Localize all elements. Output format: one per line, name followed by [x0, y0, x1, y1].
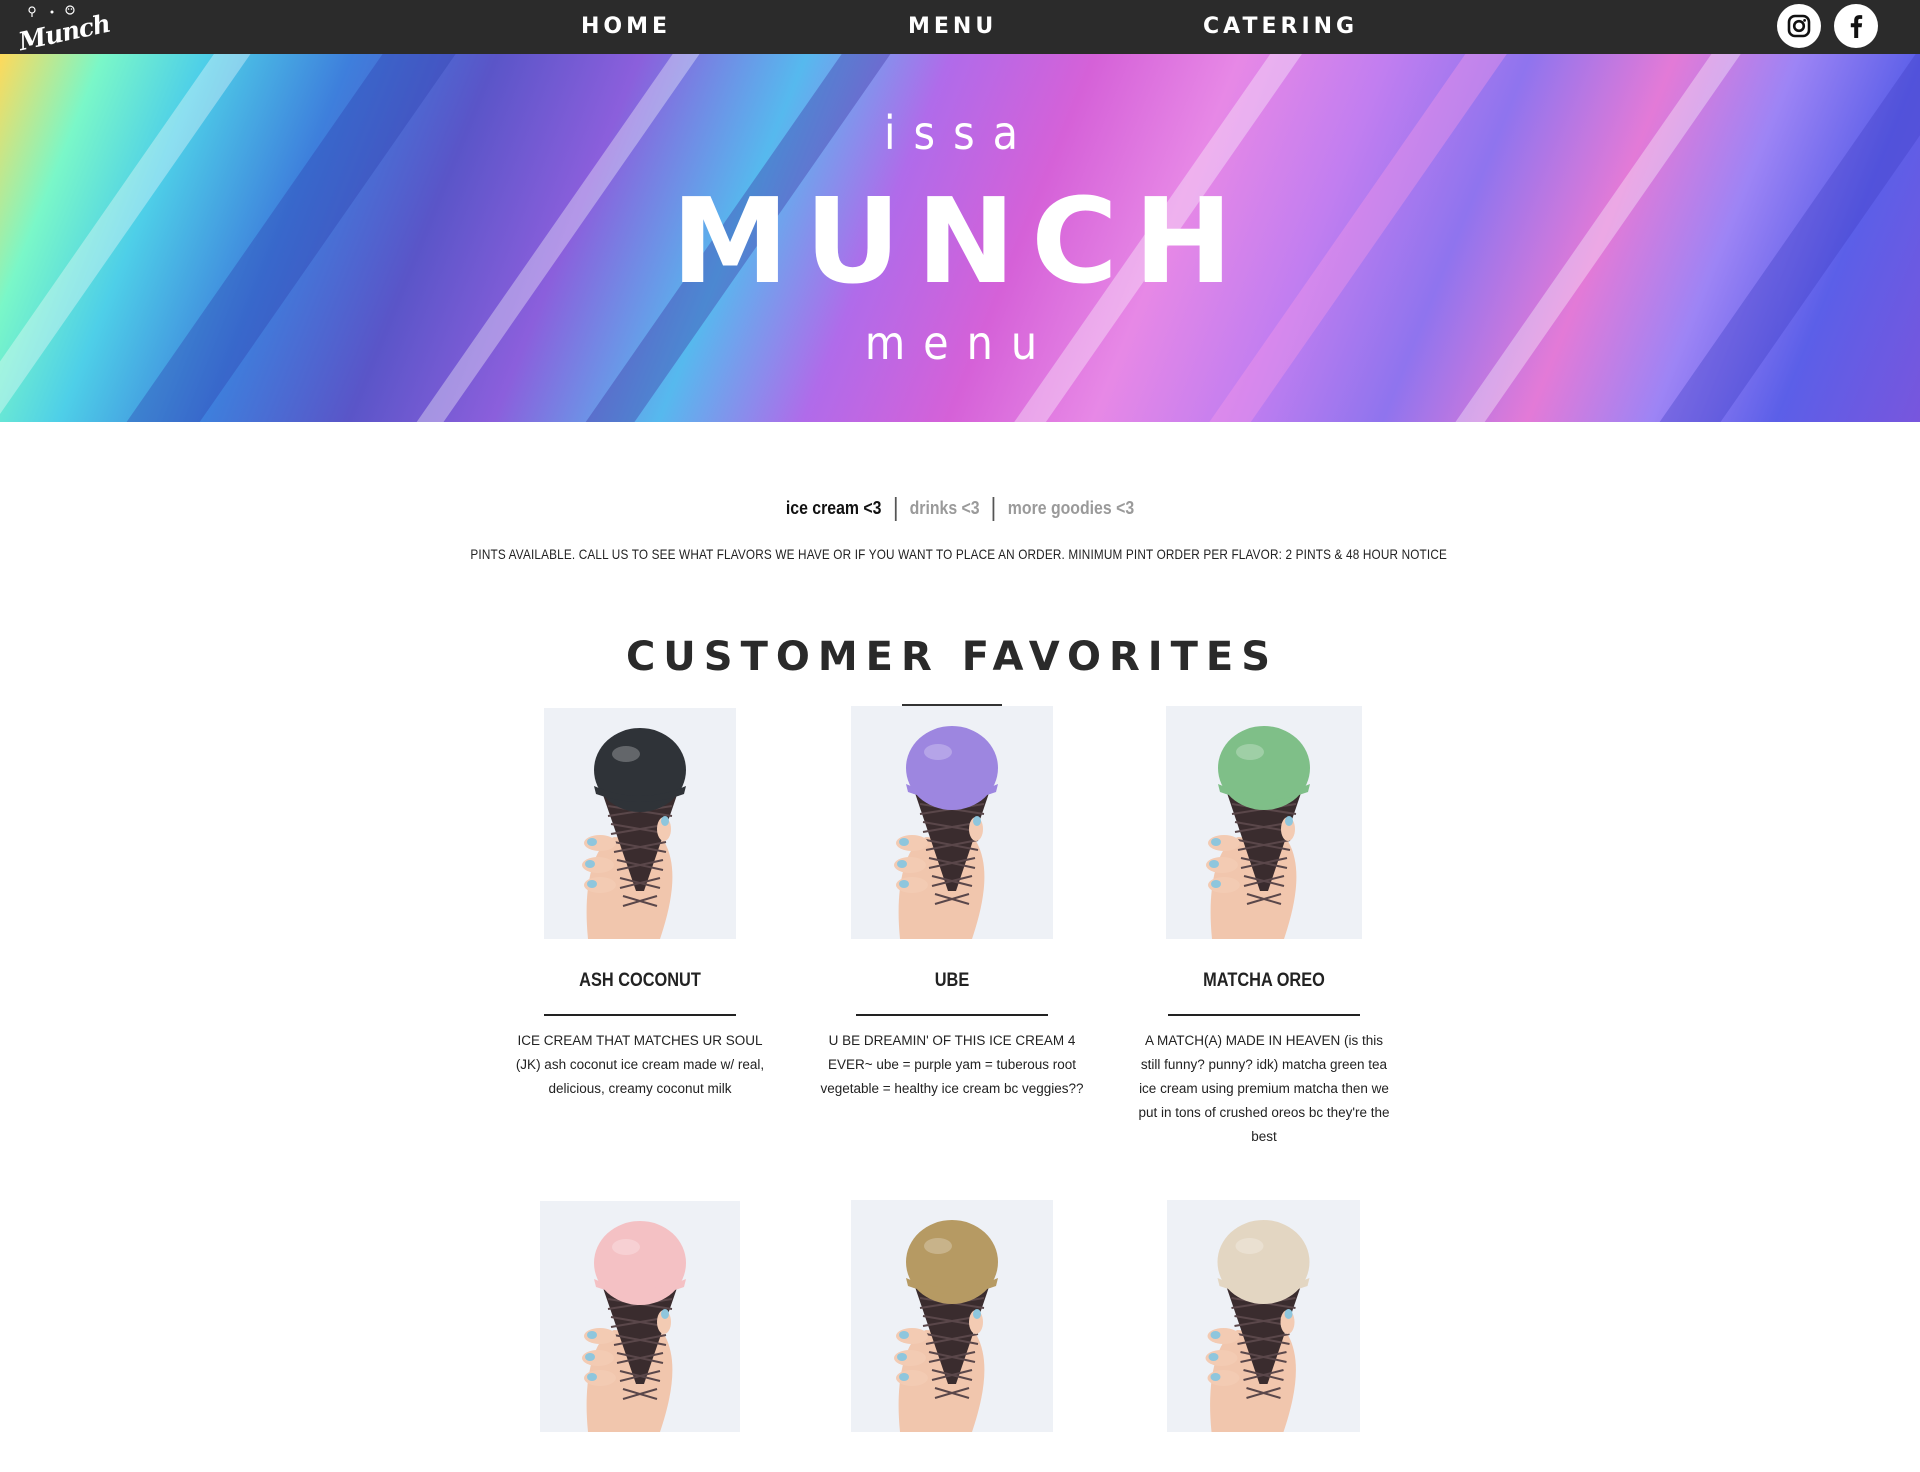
product-photo-ash-coconut[interactable]: [544, 708, 736, 939]
product-photo-matcha-oreo[interactable]: [1166, 706, 1362, 939]
tab-divider: [894, 497, 897, 521]
nav-menu-link[interactable]: MENU: [908, 14, 997, 39]
hero-title: MUNCH: [671, 172, 1249, 310]
facebook-icon: [1850, 15, 1863, 38]
instagram-icon: [1787, 14, 1811, 38]
ice-cream-cone-image: [1167, 1200, 1360, 1432]
product-divider: [1168, 1014, 1360, 1016]
hero-banner: issa MUNCH menu: [0, 54, 1920, 422]
tab-divider: [992, 497, 995, 521]
product-description: ICE CREAM THAT MATCHES UR SOUL (JK) ash …: [515, 1033, 765, 1096]
ice-cream-cone-image: [851, 1200, 1053, 1432]
product-description: A MATCH(A) MADE IN HEAVEN (is this still…: [1138, 1033, 1390, 1144]
pint-order-notice: PINTS AVAILABLE. CALL US TO SEE WHAT FLA…: [470, 546, 1448, 562]
ice-cream-cone-image: [851, 706, 1053, 939]
product-photo-ube[interactable]: [851, 706, 1053, 939]
tab-drinks[interactable]: drinks <3: [910, 498, 980, 518]
munch-logo[interactable]: Munch: [14, 4, 112, 56]
hero-subtitle-bottom: menu: [864, 316, 1056, 370]
nav-catering-link[interactable]: CATERING: [1203, 14, 1358, 39]
top-navigation-bar: Munch HOME MENU CATERING: [0, 0, 1920, 56]
product-photo-coffee[interactable]: [851, 1200, 1053, 1432]
product-photo-cookie-butter[interactable]: [1167, 1200, 1360, 1432]
product-name: ASH COCONUT: [579, 970, 701, 991]
tab-more-goodies[interactable]: more goodies <3: [1008, 498, 1134, 518]
product-name: UBE: [934, 970, 970, 991]
ice-cream-cone-image: [544, 708, 736, 939]
ice-cream-cone-image: [1166, 706, 1362, 939]
ice-cream-cone-image: [540, 1201, 740, 1432]
product-photo-fruity-pebbles[interactable]: [540, 1201, 740, 1432]
nav-home-link[interactable]: HOME: [581, 14, 671, 39]
facebook-button[interactable]: [1834, 4, 1878, 48]
product-description: U BE DREAMIN' OF THIS ICE CREAM 4 EVER~ …: [820, 1033, 1084, 1096]
product-name: MATCHA OREO: [1203, 970, 1325, 991]
product-divider: [856, 1014, 1048, 1016]
section-title: CUSTOMER FAVORITES: [625, 634, 1279, 680]
hero-subtitle-top: issa: [884, 106, 1036, 160]
instagram-button[interactable]: [1777, 4, 1821, 48]
tab-ice-cream[interactable]: ice cream <3: [786, 498, 882, 518]
product-divider: [544, 1014, 736, 1016]
menu-category-tabs: ice cream <3 drinks <3 more goodies <3: [115, 497, 1805, 521]
